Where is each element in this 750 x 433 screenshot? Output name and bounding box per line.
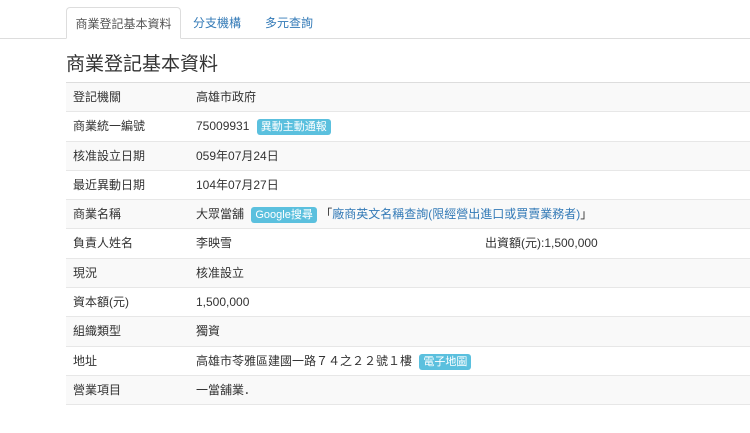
row-label: 資本額(元)	[73, 295, 129, 310]
row-label: 負責人姓名	[73, 236, 134, 251]
business-name-value: 大眾當舖	[196, 207, 245, 222]
table-row: 最近異動日期 104年07月27日	[66, 171, 750, 201]
tab-multi-query[interactable]: 多元查詢	[258, 7, 320, 39]
row-value: 104年07月27日	[196, 177, 279, 192]
row-label: 登記機關	[73, 90, 122, 104]
table-row: 商業名稱 大眾當舖 Google搜尋 「廠商英文名稱查詢(限經營出進口或買賣業務…	[66, 200, 750, 230]
table-row: 現況 核准設立	[66, 258, 750, 289]
business-id-value: 75009931	[196, 119, 250, 134]
row-label: 營業項目	[73, 382, 122, 397]
row-label: 核准設立日期	[73, 148, 146, 163]
row-label: 商業統一編號	[73, 119, 146, 134]
row-label: 組織類型	[73, 324, 122, 339]
row-label: 現況	[73, 265, 98, 280]
row-value: 李映雪	[196, 236, 233, 251]
table-row: 登記機關 高雄市政府	[66, 83, 750, 113]
row-label: 商業名稱	[73, 207, 122, 222]
row-value: 059年07月24日	[196, 148, 279, 163]
row-label: 地址	[73, 353, 98, 368]
row-value: 高雄市政府	[196, 90, 257, 104]
page-title: 商業登記基本資料	[66, 54, 219, 75]
bracket-open: 「	[320, 207, 333, 222]
tab-branches[interactable]: 分支機構	[188, 7, 246, 39]
table-row: 負責人姓名 李映雪 出資額(元):1,500,000	[66, 229, 750, 259]
capital-contribution: 出資額(元):1,500,000	[485, 236, 598, 251]
page: 商業登記基本資料 分支機構 多元查詢 商業登記基本資料 登記機關 高雄市政府 商…	[0, 0, 750, 433]
change-notify-button[interactable]: 異動主動通報	[256, 119, 331, 136]
table-row: 資本額(元) 1,500,000	[66, 288, 750, 318]
table-row: 地址 高雄市苓雅區建國一路７４之２２號１樓 電子地圖	[66, 347, 750, 376]
row-label: 最近異動日期	[73, 177, 146, 192]
row-value: 1,500,000	[196, 295, 250, 310]
registration-table: 登記機關 高雄市政府 商業統一編號 75009931 異動主動通報 核准設立日期…	[66, 82, 750, 406]
bracket-close: 」	[580, 207, 593, 222]
address-value: 高雄市苓雅區建國一路７４之２２號１樓	[196, 353, 413, 368]
table-row: 組織類型 獨資	[66, 317, 750, 347]
table-row: 核准設立日期 059年07月24日	[66, 141, 750, 171]
row-value-container: 高雄市苓雅區建國一路７４之２２號１樓 電子地圖	[196, 347, 472, 376]
row-value: 一當舖業．	[196, 382, 257, 397]
tab-basic-info[interactable]: 商業登記基本資料	[66, 7, 181, 39]
e-map-button[interactable]: 電子地圖	[419, 353, 472, 370]
row-value: 獨資	[196, 324, 221, 339]
row-value: 核准設立	[196, 265, 245, 280]
google-search-button[interactable]: Google搜尋	[251, 207, 317, 224]
row-value-container: 75009931 異動主動通報	[196, 112, 331, 141]
english-name-query-link[interactable]: 廠商英文名稱查詢(限經營出進口或買賣業務者)	[332, 207, 580, 221]
table-row: 營業項目 一當舖業．	[66, 375, 750, 406]
table-row: 商業統一編號 75009931 異動主動通報	[66, 112, 750, 142]
row-value-container: 大眾當舖 Google搜尋 「廠商英文名稱查詢(限經營出進口或買賣業務者)」	[196, 200, 592, 229]
tab-bar: 商業登記基本資料 分支機構 多元查詢	[0, 0, 750, 39]
